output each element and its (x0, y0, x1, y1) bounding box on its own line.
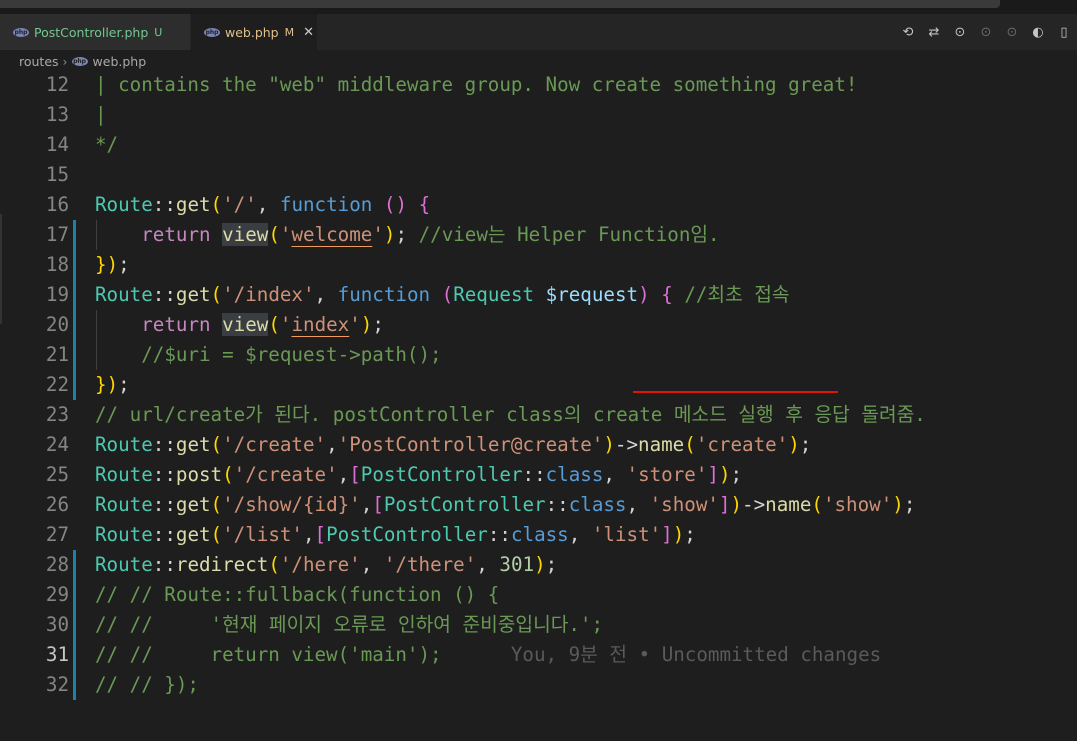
code-text: // url/create가 된다. postController class의… (95, 403, 926, 426)
line-number: 14 (45, 133, 69, 156)
code-line[interactable]: 14 */ (0, 130, 1077, 160)
code-line[interactable]: 25 Route::post('/create',[PostController:… (0, 460, 1077, 490)
code-line[interactable]: 15 (0, 160, 1077, 190)
timeline-icon[interactable]: ⟲ (895, 25, 921, 40)
code-editor[interactable]: 12 | contains the "web" middleware group.… (0, 70, 1077, 741)
line-number: 30 (45, 613, 69, 636)
code-line[interactable]: 17 return view('welcome'); //view는 Helpe… (0, 220, 1077, 250)
code-text: }); (95, 253, 130, 276)
line-number: 25 (45, 463, 69, 486)
chevron-right-icon: › (62, 53, 68, 69)
code-text: | contains the "web" middleware group. N… (95, 73, 858, 96)
code-text: | (95, 103, 107, 126)
go-forward-icon[interactable]: ⊙ (999, 25, 1025, 40)
breadcrumb-folder[interactable]: routes (19, 54, 59, 69)
git-blame-icon[interactable]: ◐ (1025, 25, 1051, 40)
code-text: Route::get('/index', function (Request $… (95, 283, 790, 306)
line-number: 29 (45, 583, 69, 606)
code-line[interactable]: 32 // // }); (0, 670, 1077, 700)
line-number: 22 (45, 373, 69, 396)
split-editor-icon[interactable]: ▯ (1051, 25, 1077, 40)
line-number: 18 (45, 253, 69, 276)
php-icon: php (71, 56, 88, 66)
tab-status-badge: U (154, 25, 163, 39)
line-number: 32 (45, 673, 69, 696)
line-number: 26 (45, 493, 69, 516)
code-line[interactable]: 22}); (0, 370, 1077, 400)
tab-postcontroller[interactable]: php PostController.php U (0, 14, 191, 50)
line-number: 31 (45, 643, 69, 666)
code-line[interactable]: 27 Route::get('/list',[PostController::cl… (0, 520, 1077, 550)
php-icon: php (204, 27, 220, 37)
code-text: Route::redirect('/here', '/there', 301); (95, 553, 558, 576)
tab-label: web.php (225, 24, 279, 40)
code-line[interactable]: 18}); (0, 250, 1077, 280)
code-text: return view('index'); (141, 313, 384, 336)
line-number: 19 (45, 283, 69, 306)
line-number: 20 (45, 313, 69, 336)
code-text: Route::get('/list',[PostController::clas… (95, 523, 696, 546)
tab-status-badge: M (284, 25, 295, 39)
code-text: // // Route::fullback(function () { (95, 583, 500, 606)
code-text: // // '현재 페이지 오류로 인하여 준비중입니다.'; (95, 613, 604, 636)
go-dot-icon[interactable]: ⊙ (973, 25, 999, 40)
php-icon: php (13, 27, 29, 37)
code-text: Route::get('/show/{id}',[PostController:… (95, 493, 916, 516)
close-icon[interactable]: ✕ (303, 25, 314, 40)
code-line[interactable]: 31 // // return view('main'); You, 9분 전 •… (0, 640, 1077, 670)
code-text: }); (95, 373, 130, 396)
code-text: // // }); (95, 673, 199, 696)
breadcrumb-file[interactable]: web.php (93, 54, 147, 69)
line-number: 12 (45, 73, 69, 96)
line-number: 17 (45, 223, 69, 246)
git-blame-annotation: You, 9분 전 • Uncommitted changes (441, 643, 882, 666)
code-text: Route::get('/', function () { (95, 193, 431, 216)
code-line[interactable]: 19 Route::get('/index', function (Request… (0, 280, 1077, 310)
editor-actions: ⟲ ⇄ ⊙ ⊙ ⊙ ◐ ▯ (895, 14, 1077, 50)
breadcrumb: routes › php web.php (0, 50, 1077, 72)
code-text: return view('welcome'); //view는 Helper F… (141, 223, 720, 246)
tab-web-php[interactable]: php web.php M ✕ (191, 14, 317, 50)
code-line[interactable]: 20 return view('index'); (0, 310, 1077, 340)
code-text: Route::get('/create','PostController@cre… (95, 433, 812, 456)
line-number: 13 (45, 103, 69, 126)
line-number: 21 (45, 343, 69, 366)
code-line[interactable]: 28 Route::redirect('/here', '/there', 301… (0, 550, 1077, 580)
code-text: //$uri = $request->path(); (141, 343, 442, 366)
window-top-strip (0, 0, 1077, 14)
code-line[interactable]: 21 //$uri = $request->path(); (0, 340, 1077, 370)
code-line[interactable]: 23 // url/create가 된다. postController clas… (0, 400, 1077, 430)
code-line[interactable]: 24 Route::get('/create','PostController@c… (0, 430, 1077, 460)
line-number: 23 (45, 403, 69, 426)
error-squiggle (633, 391, 838, 393)
line-number: 24 (45, 433, 69, 456)
code-line[interactable]: 16 Route::get('/', function () { (0, 190, 1077, 220)
code-line[interactable]: 30 // // '현재 페이지 오류로 인하여 준비중입니다.'; (0, 610, 1077, 640)
code-line[interactable]: 26 Route::get('/show/{id}',[PostControlle… (0, 490, 1077, 520)
top-bar (0, 0, 1000, 8)
code-line[interactable]: 12 | contains the "web" middleware group.… (0, 70, 1077, 100)
line-number: 16 (45, 193, 69, 216)
left-edge-mark (0, 214, 2, 324)
code-line[interactable]: 13 | (0, 100, 1077, 130)
code-text: */ (95, 133, 119, 156)
git-compare-icon[interactable]: ⇄ (921, 25, 947, 40)
line-number: 15 (45, 163, 69, 186)
tab-label: PostController.php (34, 24, 149, 40)
code-text: // // return view('main'); You, 9분 전 • U… (95, 643, 882, 666)
go-back-icon[interactable]: ⊙ (947, 25, 973, 40)
line-number: 27 (45, 523, 69, 546)
code-text: Route::post('/create',[PostController::c… (95, 463, 743, 486)
code-line[interactable]: 29 // // Route::fullback(function () { (0, 580, 1077, 610)
line-number: 28 (45, 553, 69, 576)
